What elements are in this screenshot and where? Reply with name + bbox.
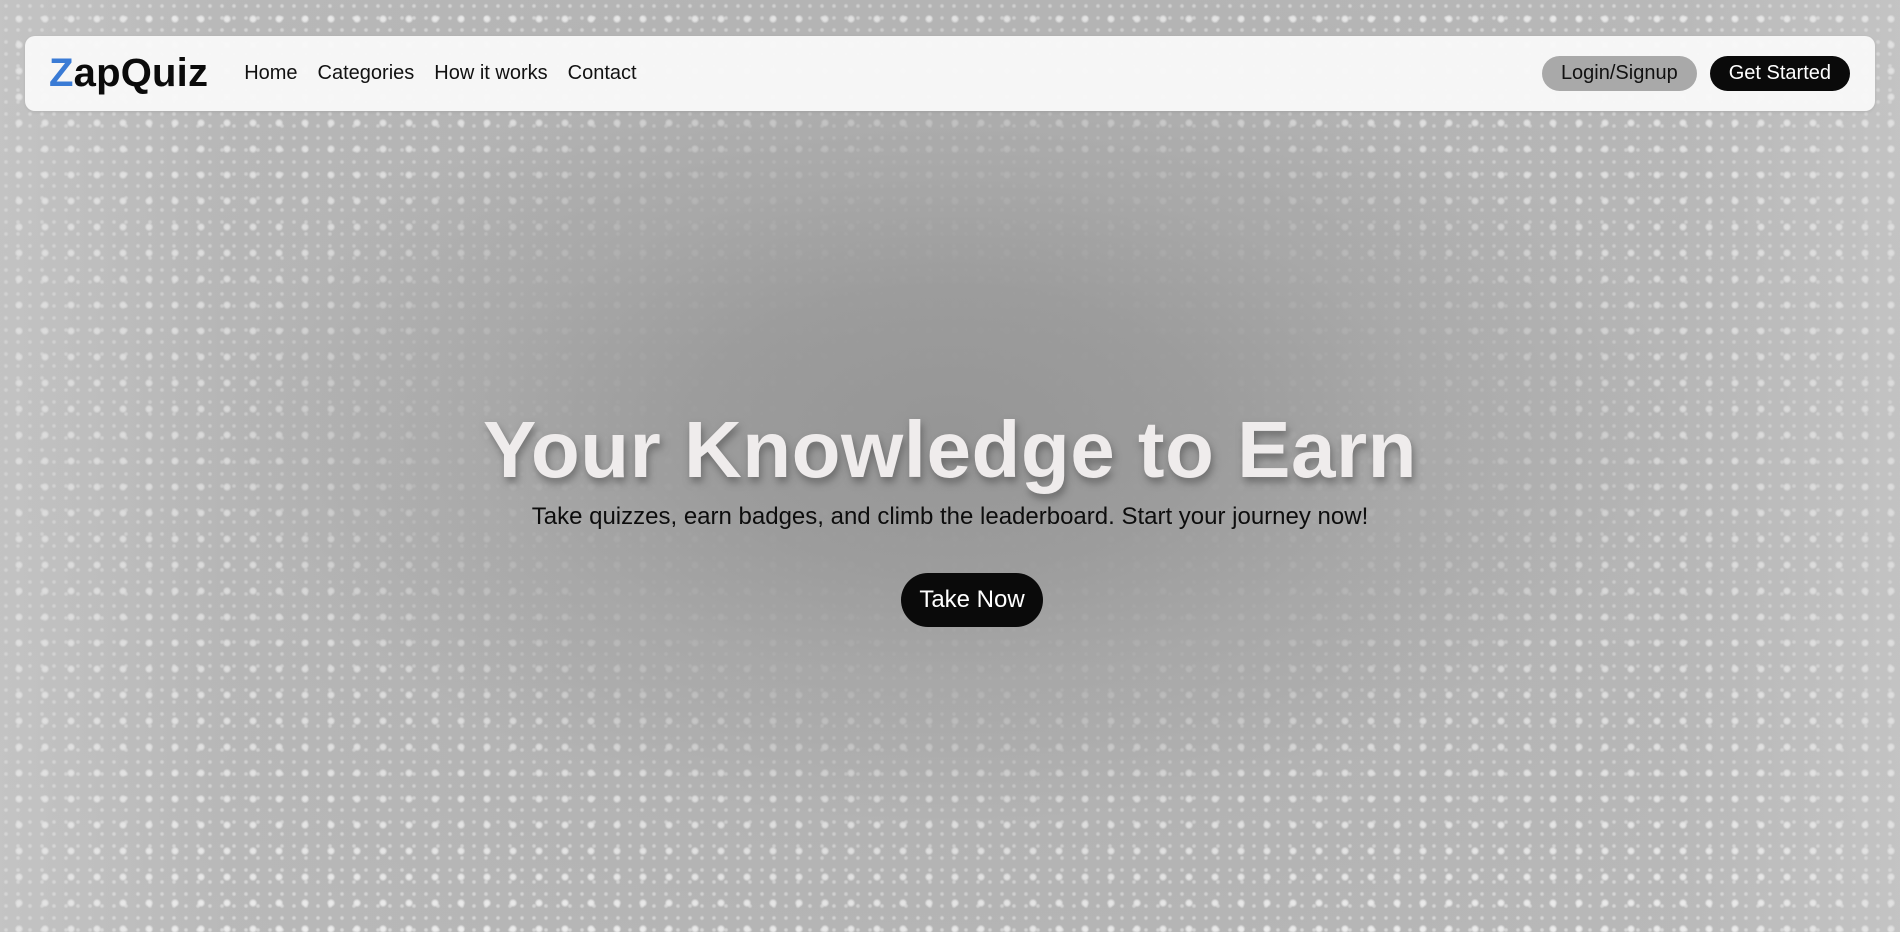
hero-subtitle: Take quizzes, earn badges, and climb the… bbox=[531, 503, 1369, 530]
nav-link-categories[interactable]: Categories bbox=[318, 62, 415, 85]
get-started-button[interactable]: Get Started bbox=[1709, 56, 1850, 91]
nav-link-home[interactable]: Home bbox=[244, 62, 297, 85]
nav-link-how-it-works[interactable]: How it works bbox=[434, 62, 547, 85]
logo-first-letter: Z bbox=[49, 51, 74, 95]
page: ZapQuiz Home Categories How it works Con… bbox=[0, 0, 1900, 932]
hero-section: Your Knowledge to Earn Take quizzes, ear… bbox=[0, 400, 1900, 532]
navbar: ZapQuiz Home Categories How it works Con… bbox=[25, 36, 1875, 111]
login-signup-button[interactable]: Login/Signup bbox=[1541, 56, 1697, 91]
logo[interactable]: ZapQuiz bbox=[49, 51, 208, 96]
logo-rest: apQuiz bbox=[73, 51, 209, 95]
nav-links: Home Categories How it works Contact bbox=[244, 62, 636, 85]
nav-link-contact[interactable]: Contact bbox=[568, 62, 637, 85]
take-now-button[interactable]: Take Now bbox=[901, 573, 1043, 627]
hero-title: Your Knowledge to Earn bbox=[482, 405, 1417, 494]
